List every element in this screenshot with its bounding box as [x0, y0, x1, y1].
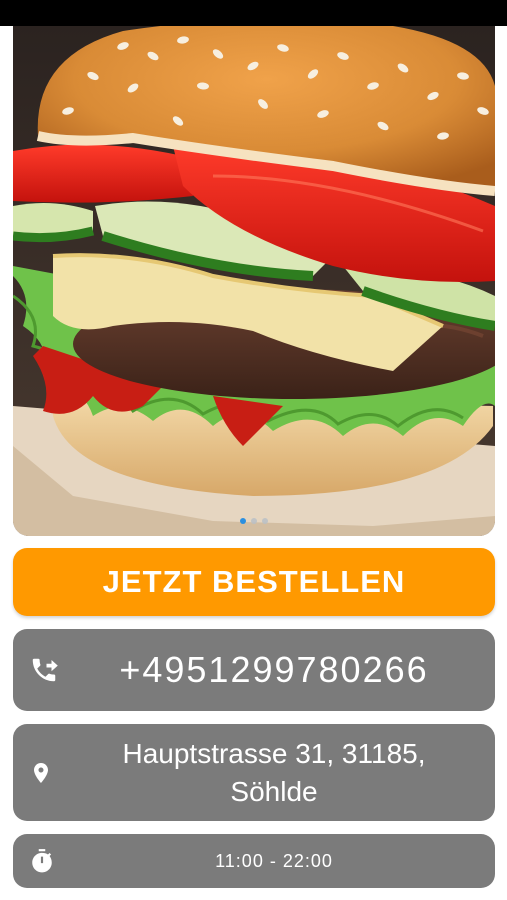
- phone-card[interactable]: +4951299780266: [13, 629, 495, 711]
- carousel-dot[interactable]: [262, 518, 268, 524]
- phone-forward-icon: [29, 655, 59, 685]
- phone-number[interactable]: +4951299780266: [13, 649, 495, 691]
- status-bar: [0, 0, 507, 26]
- carousel-indicator[interactable]: [13, 518, 495, 524]
- order-now-button[interactable]: JETZT BESTELLEN: [13, 548, 495, 616]
- opening-hours-card: 11:00 - 22:00: [13, 834, 495, 888]
- location-pin-icon: [29, 759, 53, 787]
- opening-hours-text: 11:00 - 22:00: [215, 850, 333, 871]
- burger-image: [13, 26, 495, 536]
- hero-image-carousel[interactable]: [13, 26, 495, 536]
- address-text[interactable]: Hauptstrasse 31, 31185, Söhlde: [13, 735, 495, 811]
- carousel-dot[interactable]: [251, 518, 257, 524]
- address-card[interactable]: Hauptstrasse 31, 31185, Söhlde: [13, 724, 495, 821]
- stopwatch-icon: [29, 848, 55, 874]
- carousel-dot[interactable]: [240, 518, 246, 524]
